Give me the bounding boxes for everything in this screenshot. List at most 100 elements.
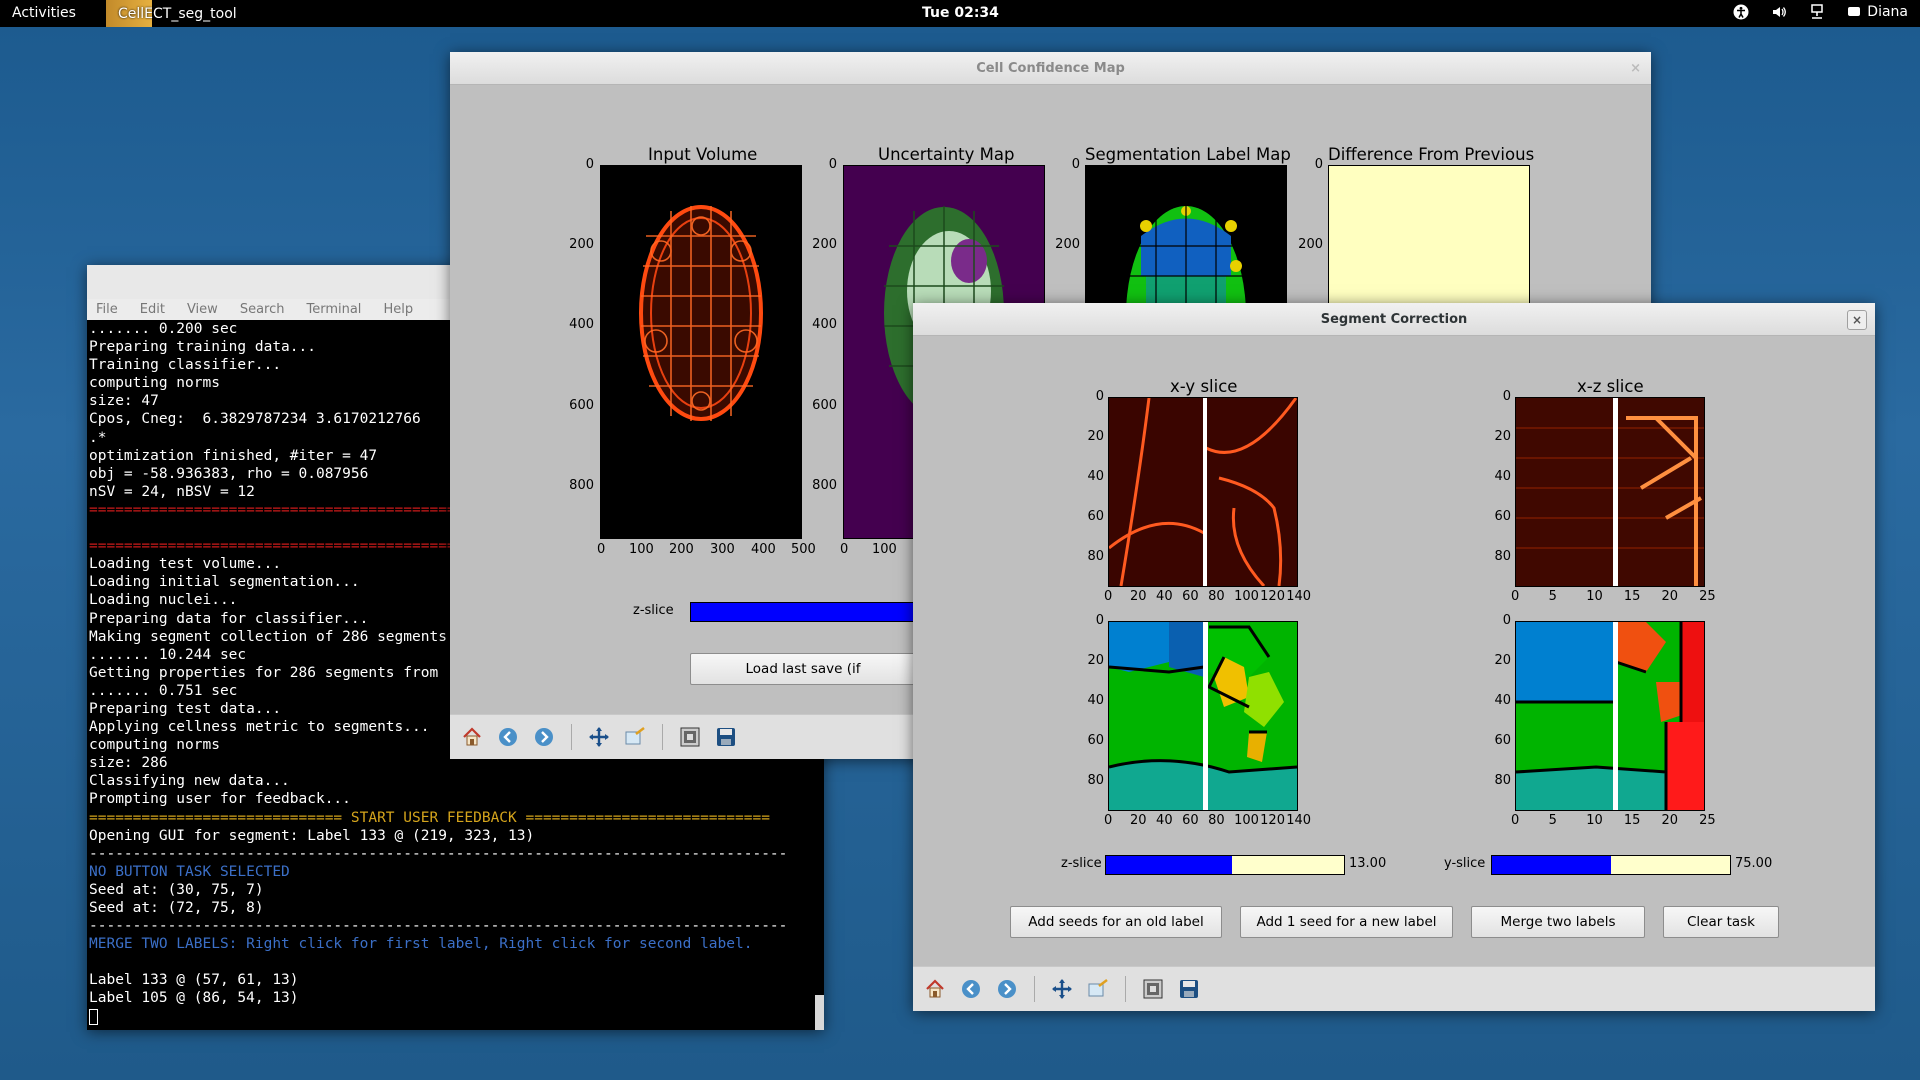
- pan-icon[interactable]: [586, 724, 612, 750]
- terminal-line: Seed at: (30, 75, 7): [89, 881, 264, 898]
- home-icon[interactable]: [922, 976, 948, 1002]
- xy-ytick: 80: [1087, 549, 1104, 564]
- menu-view[interactable]: View: [187, 302, 218, 317]
- terminal-cursor: [89, 1008, 98, 1025]
- save-icon[interactable]: [1176, 976, 1202, 1002]
- toolbar-separator: [1125, 976, 1126, 1002]
- xz-label-plot[interactable]: [1515, 621, 1705, 811]
- menu-edit[interactable]: Edit: [140, 302, 165, 317]
- xy-xtick: 80: [1208, 813, 1225, 828]
- xy-xtick: 40: [1156, 813, 1173, 828]
- network-icon[interactable]: [1809, 4, 1825, 20]
- xz-xtick: 20: [1661, 813, 1679, 828]
- user-menu[interactable]: Diana: [1847, 4, 1908, 20]
- input-ytick: 200: [569, 237, 594, 252]
- subplots-icon[interactable]: [1140, 976, 1166, 1002]
- clock[interactable]: Tue 02:34: [922, 5, 999, 21]
- menu-search[interactable]: Search: [240, 302, 285, 317]
- app-name: CellECT_seg_tool: [118, 5, 237, 22]
- merge-two-labels-button[interactable]: Merge two labels: [1471, 906, 1645, 938]
- difference-plot[interactable]: [1328, 165, 1530, 305]
- uncertainty-ytick: 400: [812, 317, 837, 332]
- add-seeds-old-label-button[interactable]: Add seeds for an old label: [1010, 906, 1222, 938]
- segment-close-icon[interactable]: ×: [1847, 310, 1867, 330]
- xy-xtick: 60: [1182, 813, 1199, 828]
- home-icon[interactable]: [459, 724, 485, 750]
- panel-title-difference: Difference From Previous: [1328, 145, 1535, 164]
- input-xtick: 0: [597, 542, 606, 557]
- menu-file[interactable]: File: [96, 302, 118, 317]
- panel-title-input-volume: Input Volume: [648, 145, 758, 164]
- forward-arrow-icon[interactable]: [531, 724, 557, 750]
- confidence-window-titlebar[interactable]: Cell Confidence Map ×: [450, 52, 1651, 85]
- toolbar-separator: [662, 724, 663, 750]
- xy-ytick: 0: [1095, 389, 1104, 404]
- xz-xtick: 25: [1699, 813, 1716, 828]
- xz-xtick: 0: [1511, 589, 1520, 604]
- xz-ytick: 40: [1494, 693, 1511, 708]
- segmentation-ytick: 200: [1055, 237, 1080, 252]
- input-xtick: 400: [751, 542, 776, 557]
- xy-xtick: 40: [1156, 589, 1173, 604]
- confidence-zslice-slider[interactable]: [690, 602, 922, 622]
- panel-title-segmentation-label-map: Segmentation Label Map: [1085, 145, 1291, 164]
- xz-ytick: 20: [1494, 429, 1511, 444]
- subplots-icon[interactable]: [677, 724, 703, 750]
- terminal-line: NO BUTTON TASK SELECTED: [89, 863, 290, 880]
- uncertainty-xtick: 100: [872, 542, 897, 557]
- zoom-rect-icon[interactable]: [622, 724, 648, 750]
- forward-arrow-icon[interactable]: [994, 976, 1020, 1002]
- load-last-save-button[interactable]: Load last save (if: [690, 653, 916, 685]
- xz-ytick: 80: [1494, 549, 1511, 564]
- terminal-line: ============================= START USER…: [89, 809, 770, 826]
- xy-ytick: 40: [1087, 469, 1104, 484]
- xy-intensity-plot[interactable]: [1108, 397, 1298, 588]
- terminal-scrollbar[interactable]: [815, 995, 824, 1030]
- input-ytick: 0: [585, 157, 594, 172]
- xy-label-plot[interactable]: [1108, 621, 1298, 812]
- xz-xtick: 15: [1623, 813, 1641, 828]
- menu-terminal[interactable]: Terminal: [306, 302, 361, 317]
- xy-ytick: 20: [1087, 653, 1104, 668]
- segment-zslice-label: z-slice: [1061, 856, 1102, 871]
- xy-xtick: 20: [1130, 589, 1147, 604]
- back-arrow-icon[interactable]: [495, 724, 521, 750]
- menu-help[interactable]: Help: [383, 302, 413, 317]
- xy-xtick: 100: [1234, 813, 1259, 828]
- xy-xtick: 120: [1260, 589, 1285, 604]
- accessibility-icon[interactable]: [1733, 4, 1749, 20]
- zoom-rect-icon[interactable]: [1085, 976, 1111, 1002]
- xy-xtick: 100: [1234, 589, 1259, 604]
- xz-ytick: 20: [1494, 653, 1511, 668]
- terminal-line: Opening GUI for segment: Label 133 @ (21…: [89, 827, 535, 844]
- segment-yslice-label: y-slice: [1444, 856, 1486, 871]
- xy-xtick: 0: [1104, 813, 1113, 828]
- zslice-fill: [1106, 856, 1232, 874]
- segment-yslice-slider[interactable]: [1491, 855, 1731, 875]
- xy-ytick: 0: [1095, 613, 1104, 628]
- uncertainty-xtick: 0: [840, 542, 849, 557]
- toolbar-separator: [571, 724, 572, 750]
- confidence-close-icon[interactable]: ×: [1630, 52, 1641, 85]
- xy-ytick: 20: [1087, 429, 1104, 444]
- input-volume-plot[interactable]: [600, 165, 802, 539]
- yslice-fill: [1492, 856, 1611, 874]
- volume-icon[interactable]: [1771, 4, 1787, 20]
- xz-xtick: 20: [1661, 589, 1679, 604]
- back-arrow-icon[interactable]: [958, 976, 984, 1002]
- xy-xtick: 80: [1208, 589, 1225, 604]
- system-tray: Diana: [1733, 4, 1908, 20]
- save-icon[interactable]: [713, 724, 739, 750]
- app-menu[interactable]: CellECT_seg_tool: [106, 0, 265, 27]
- clear-task-button[interactable]: Clear task: [1663, 906, 1779, 938]
- xz-intensity-plot[interactable]: [1515, 397, 1705, 588]
- segment-window-titlebar[interactable]: Segment Correction ×: [913, 303, 1875, 336]
- input-xtick: 300: [710, 542, 735, 557]
- segment-zslice-slider[interactable]: [1105, 855, 1345, 875]
- add-seed-new-label-button[interactable]: Add 1 seed for a new label: [1240, 906, 1453, 938]
- segment-correction-window: Segment Correction × x-y slice x-z slice: [913, 303, 1875, 1011]
- activities-button[interactable]: Activities: [12, 5, 76, 21]
- pan-icon[interactable]: [1049, 976, 1075, 1002]
- uncertainty-ytick: 0: [828, 157, 837, 172]
- segmentation-label-plot[interactable]: [1085, 165, 1287, 426]
